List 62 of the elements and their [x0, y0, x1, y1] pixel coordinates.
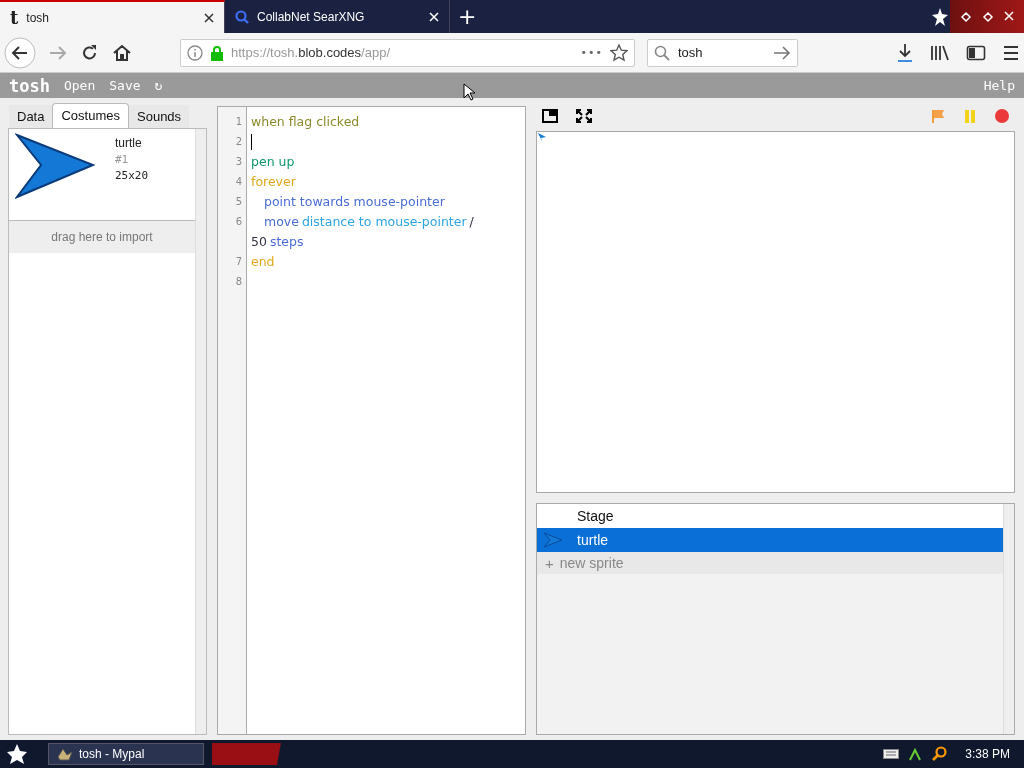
line-number: 4	[234, 175, 243, 189]
taskbar-button[interactable]: tosh - Mypal	[48, 743, 204, 765]
app-icon	[57, 747, 73, 761]
bookmark-star-icon[interactable]	[610, 43, 628, 62]
start-star-icon[interactable]	[6, 743, 28, 765]
code-line: when flag clicked	[251, 113, 361, 131]
code-line: pen up	[251, 153, 296, 171]
go-arrow-icon[interactable]	[773, 44, 791, 61]
line-number: 7	[234, 255, 243, 269]
network-icon[interactable]	[907, 746, 924, 762]
sprite-arrow-icon	[538, 133, 546, 143]
download-icon[interactable]	[896, 42, 914, 63]
sprite-item[interactable]: turtle	[537, 528, 1003, 552]
address-field[interactable]: https://tosh.blob.codes/app/ •••	[180, 38, 635, 67]
code-line: point towards mouse-pointer	[263, 193, 446, 211]
home-icon[interactable]	[112, 42, 132, 63]
more-button[interactable]: •••	[580, 46, 603, 59]
small-stage-icon[interactable]	[542, 108, 558, 123]
search-field[interactable]: tosh	[647, 38, 798, 67]
arrow-shape-icon	[15, 133, 95, 199]
arrow-shape-icon	[543, 532, 563, 548]
costume-number: #1	[115, 153, 130, 166]
mouse-pointer-icon	[463, 83, 475, 101]
line-number: 6	[234, 215, 243, 229]
code-line: forever	[251, 173, 297, 191]
line-number: 1	[234, 115, 243, 129]
keyboard-icon[interactable]	[883, 749, 900, 759]
search-icon	[654, 44, 670, 61]
scrollbar[interactable]	[195, 129, 206, 734]
sidebar-icon[interactable]	[966, 43, 986, 62]
clock-text: 3:38 PM	[965, 747, 1010, 761]
search-icon	[235, 9, 249, 24]
costume-size: 25x20	[115, 169, 149, 182]
code-line: move distance to mouse-pointer / 50 steps	[251, 213, 475, 251]
code-line: end	[251, 253, 276, 271]
back-button[interactable]	[4, 36, 36, 69]
app-logo: tosh	[9, 75, 50, 96]
panel-tab[interactable]: Costumes	[52, 103, 129, 128]
lock-icon	[210, 44, 224, 61]
line-number: 8	[234, 275, 243, 289]
search-icon[interactable]	[931, 746, 948, 762]
stop-icon[interactable]	[995, 108, 1009, 123]
text-cursor	[251, 134, 252, 150]
close-icon[interactable]	[204, 12, 214, 23]
panel-tab[interactable]: Data	[9, 105, 53, 128]
fullscreen-icon[interactable]	[576, 108, 592, 123]
new-tab-button[interactable]: +	[450, 0, 485, 33]
scrollbar[interactable]	[1003, 504, 1014, 734]
line-number: 2	[234, 135, 243, 149]
library-icon[interactable]	[930, 43, 950, 62]
line-number: 3	[234, 155, 243, 169]
sprite-item[interactable]: Stage	[537, 504, 1003, 528]
star-icon	[932, 7, 948, 26]
costume-name: turtle	[115, 136, 143, 150]
url-text: https://tosh.blob.codes/app/	[231, 45, 390, 60]
browser-tab[interactable]: t tosh	[0, 0, 225, 33]
code-editor[interactable]: 1 2 3 4 5 6 7 8 when flag clicked pen up forever point towards mouse-pointer move distance to mouse-pointer / 50 steps end	[217, 106, 526, 735]
menu-icon[interactable]	[1002, 44, 1020, 61]
line-number: 5	[234, 195, 243, 209]
info-icon	[187, 44, 203, 61]
import-drop-zone[interactable]: drag here to import	[9, 221, 195, 253]
panel-tab[interactable]: Sounds	[129, 105, 190, 128]
